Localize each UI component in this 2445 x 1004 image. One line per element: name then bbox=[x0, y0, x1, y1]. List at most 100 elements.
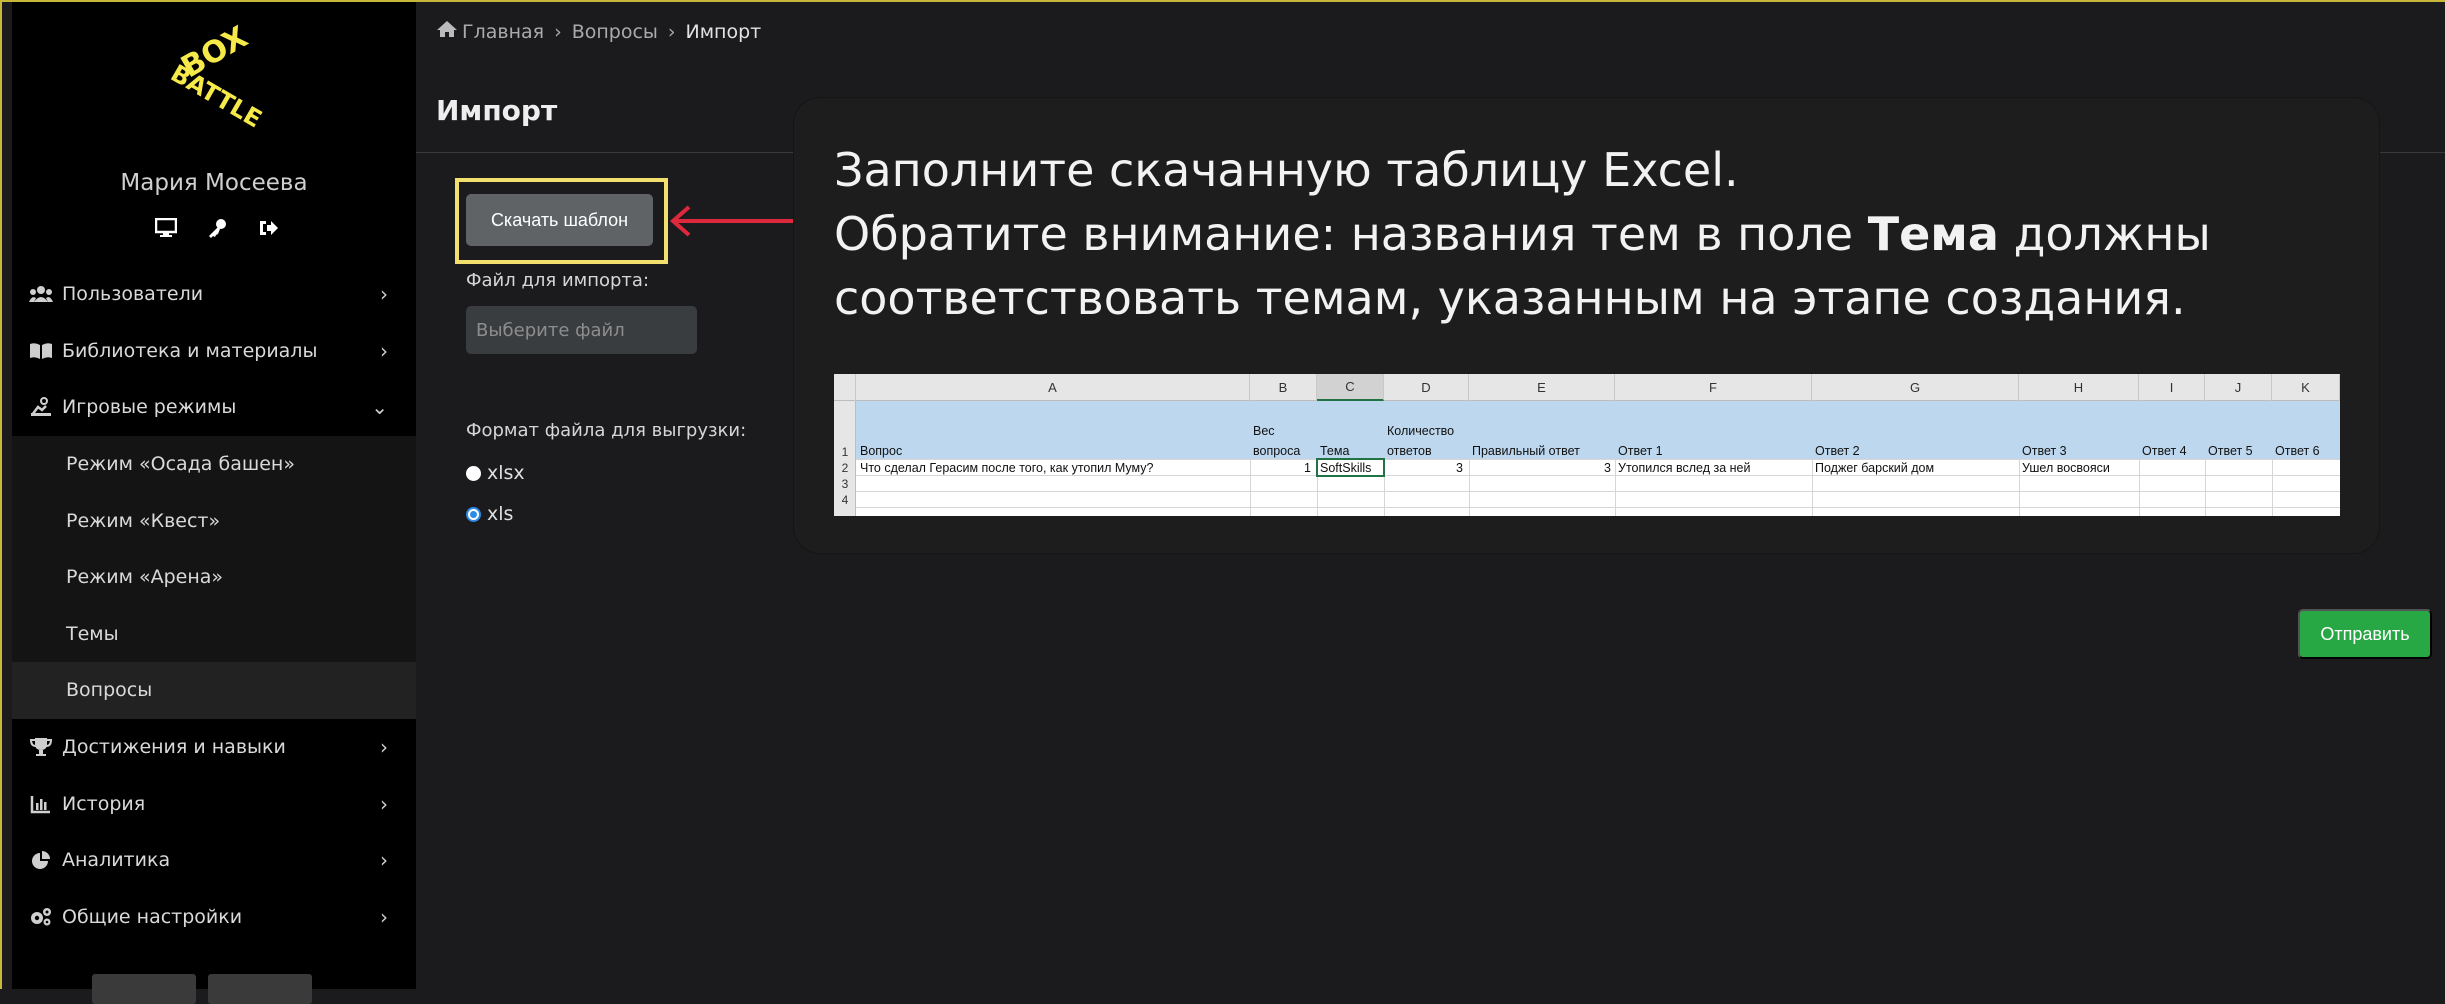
sidebar-footer-button[interactable] bbox=[208, 974, 312, 1004]
excel-column-headers: A B C D E F G H I J K bbox=[834, 374, 2340, 401]
excel-header-cell: Ответ 3 bbox=[2022, 444, 2067, 458]
sidebar-subitem-tower-siege[interactable]: Режим «Осада башен» bbox=[12, 436, 416, 493]
format-radio-xlsx[interactable]: xlsx bbox=[466, 462, 525, 484]
excel-header-cell: Ответ 1 bbox=[1618, 444, 1663, 458]
sign-out-icon[interactable] bbox=[254, 216, 282, 240]
excel-col-header: F bbox=[1615, 374, 1812, 401]
excel-cell: Поджег барский дом bbox=[1815, 461, 1935, 475]
excel-col-header: I bbox=[2139, 374, 2205, 401]
pie-icon bbox=[28, 850, 54, 870]
chevron-right-icon: › bbox=[380, 904, 388, 929]
format-radio-xls[interactable]: xls bbox=[466, 503, 513, 525]
users-icon bbox=[28, 284, 54, 304]
sidebar-subitem-questions[interactable]: Вопросы bbox=[12, 662, 416, 719]
excel-header-cell: Ответ 6 bbox=[2275, 444, 2320, 458]
excel-header-cell: вопроса bbox=[1253, 444, 1301, 458]
sidebar-subitem-label: Режим «Осада башен» bbox=[66, 453, 295, 476]
instruction-callout: Заполните скачанную таблицу Excel. Обрат… bbox=[794, 98, 2379, 553]
excel-header-cell: Правильный ответ bbox=[1472, 444, 1580, 458]
sidebar-item-settings[interactable]: Общие настройки › bbox=[12, 889, 416, 946]
chevron-right-icon: › bbox=[380, 282, 388, 307]
gamepad-icon bbox=[28, 397, 54, 417]
sidebar-footer-button[interactable] bbox=[92, 974, 196, 1004]
callout-line-2: Обратите внимание: названия тем в поле Т… bbox=[834, 202, 2354, 266]
excel-header-cell: ответов bbox=[1387, 444, 1432, 458]
callout-line-1: Заполните скачанную таблицу Excel. bbox=[834, 143, 1739, 197]
sidebar-item-label: История bbox=[62, 792, 146, 815]
format-label: Формат файла для выгрузки: bbox=[466, 420, 747, 441]
excel-col-header: H bbox=[2019, 374, 2139, 401]
sidebar-subitem-label: Вопросы bbox=[66, 679, 153, 702]
excel-cell: Утопился вслед за ней bbox=[1618, 461, 1751, 475]
excel-header-cell: Тема bbox=[1320, 444, 1350, 458]
sidebar-item-users[interactable]: Пользователи › bbox=[12, 266, 416, 323]
key-icon[interactable] bbox=[203, 216, 231, 240]
chevron-right-icon: › bbox=[380, 848, 388, 873]
breadcrumb: Главная › Вопросы › Импорт bbox=[436, 20, 761, 43]
sidebar-item-label: Библиотека и материалы bbox=[62, 339, 318, 362]
excel-col-header: B bbox=[1250, 374, 1317, 401]
sidebar: BOX BATTLE Мария Мосеева Пользователи › bbox=[12, 2, 416, 1004]
breadcrumb-current: Импорт bbox=[685, 20, 762, 43]
excel-header-cell: Ответ 2 bbox=[1815, 444, 1860, 458]
excel-col-header: G bbox=[1812, 374, 2019, 401]
sidebar-item-label: Достижения и навыки bbox=[62, 736, 286, 759]
download-template-button[interactable]: Скачать шаблон bbox=[466, 194, 653, 246]
excel-header-cell: Вес bbox=[1253, 424, 1275, 438]
trophy-icon bbox=[28, 737, 54, 757]
file-input[interactable]: Выберите файл bbox=[466, 306, 697, 354]
sidebar-subitem-label: Темы bbox=[66, 622, 119, 645]
user-actions bbox=[152, 216, 282, 240]
excel-col-header: A bbox=[856, 374, 1250, 401]
sidebar-subitem-quest[interactable]: Режим «Квест» bbox=[12, 492, 416, 549]
excel-preview: A B C D E F G H I J K 1 2 3 4 Вопрос Вес… bbox=[834, 374, 2340, 516]
gears-icon bbox=[28, 907, 54, 927]
home-icon[interactable] bbox=[436, 20, 458, 43]
sidebar-subitem-label: Режим «Арена» bbox=[66, 566, 224, 589]
app-logo[interactable]: BOX BATTLE bbox=[162, 20, 272, 134]
sidebar-item-game-modes[interactable]: Игровые режимы ⌄ bbox=[12, 379, 416, 436]
breadcrumb-home[interactable]: Главная bbox=[462, 21, 544, 43]
excel-cell: Что сделал Герасим после того, как утопи… bbox=[860, 461, 1154, 475]
sidebar-subitem-topics[interactable]: Темы bbox=[12, 606, 416, 663]
sidebar-item-achievements[interactable]: Достижения и навыки › bbox=[12, 719, 416, 776]
sidebar-item-label: Игровые режимы bbox=[62, 396, 237, 419]
excel-col-header: E bbox=[1469, 374, 1615, 401]
sidebar-submenu: Режим «Осада башен» Режим «Квест» Режим … bbox=[12, 435, 416, 719]
excel-col-header: J bbox=[2205, 374, 2272, 401]
sidebar-item-label: Пользователи bbox=[62, 283, 204, 306]
excel-row-number: 3 bbox=[841, 477, 849, 491]
radio-label: xls bbox=[487, 503, 514, 525]
excel-cell: Ушел восвояси bbox=[2022, 461, 2110, 475]
sidebar-subitem-arena[interactable]: Режим «Арена» bbox=[12, 549, 416, 606]
chevron-down-icon: ⌄ bbox=[371, 395, 388, 420]
sidebar-item-analytics[interactable]: Аналитика › bbox=[12, 832, 416, 889]
book-icon bbox=[28, 341, 54, 361]
radio-label: xlsx bbox=[487, 462, 525, 484]
excel-cell: SoftSkills bbox=[1320, 461, 1372, 475]
sidebar-subitem-label: Режим «Квест» bbox=[66, 509, 221, 532]
breadcrumb-separator: › bbox=[554, 20, 562, 43]
sidebar-footer-buttons bbox=[92, 974, 312, 1004]
breadcrumb-questions[interactable]: Вопросы bbox=[572, 21, 658, 43]
callout-text: Заполните скачанную таблицу Excel. Обрат… bbox=[834, 138, 2354, 330]
submit-button[interactable]: Отправить bbox=[2298, 609, 2432, 659]
sidebar-item-library[interactable]: Библиотека и материалы › bbox=[12, 323, 416, 380]
page-title: Импорт bbox=[436, 94, 558, 127]
callout-line-2-tail: должны bbox=[1998, 207, 2211, 261]
radio-button[interactable] bbox=[466, 465, 481, 481]
chevron-right-icon: › bbox=[380, 791, 388, 816]
user-name: Мария Мосеева bbox=[120, 170, 308, 196]
file-label: Файл для импорта: bbox=[466, 270, 650, 291]
monitor-icon[interactable] bbox=[152, 216, 180, 240]
excel-header-cell: Количество bbox=[1387, 424, 1455, 438]
sidebar-nav: Пользователи › Библиотека и материалы › … bbox=[12, 266, 416, 945]
chart-icon bbox=[28, 794, 54, 814]
callout-line-2-text: Обратите внимание: названия тем в поле bbox=[834, 207, 1868, 261]
excel-cell: 1 bbox=[1304, 461, 1311, 475]
excel-col-header: K bbox=[2272, 374, 2340, 401]
sidebar-item-history[interactable]: История › bbox=[12, 775, 416, 832]
callout-line-3: соответствовать темам, указанным на этап… bbox=[834, 271, 2186, 325]
radio-button-checked[interactable] bbox=[466, 506, 481, 522]
excel-cell: 3 bbox=[1604, 461, 1611, 475]
